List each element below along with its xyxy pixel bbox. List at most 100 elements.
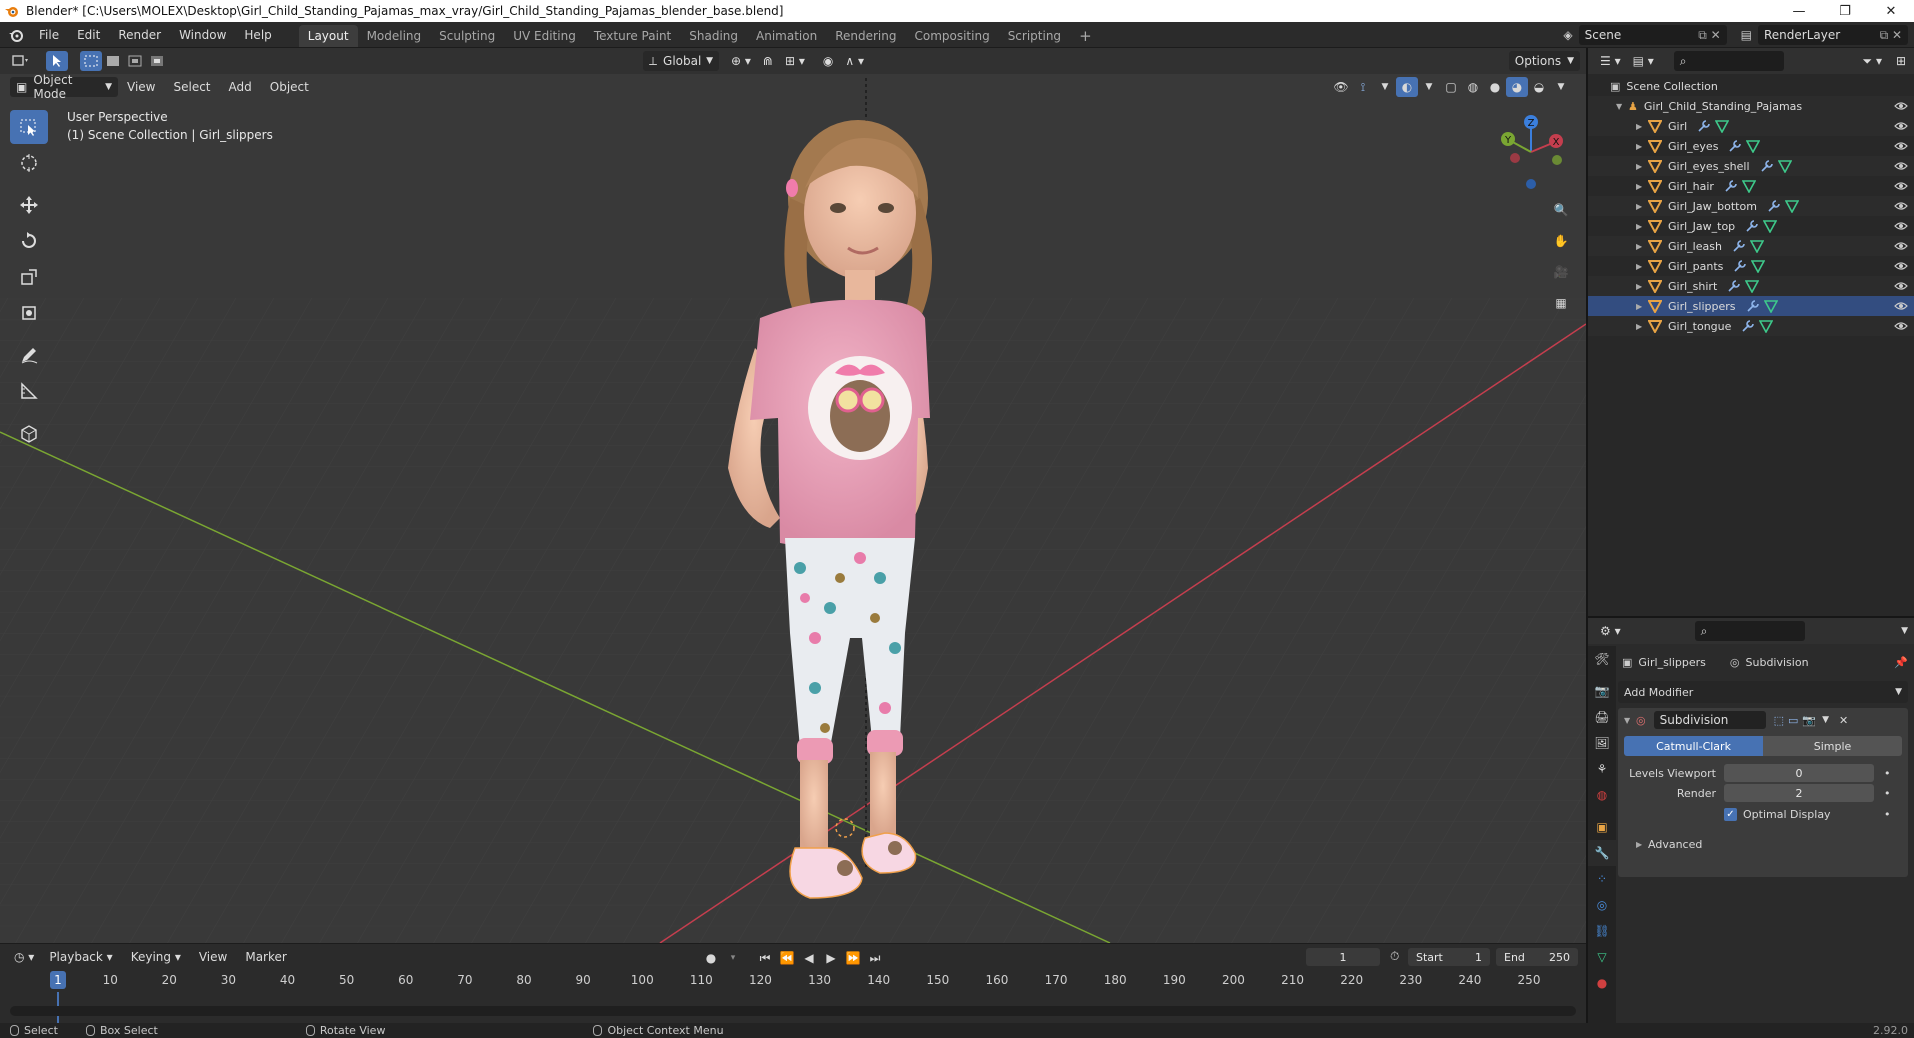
jump-end-icon[interactable]: ⏭ (864, 948, 886, 968)
data-tab-icon[interactable]: ▽ (1588, 944, 1616, 970)
add-cube-tool[interactable] (10, 416, 48, 450)
catmull-clark-option[interactable]: Catmull-Clark (1624, 736, 1763, 756)
material-shading-icon[interactable]: ◕ (1506, 77, 1528, 97)
wrench-icon[interactable] (1727, 279, 1741, 293)
prev-keyframe-icon[interactable]: ⏪ (776, 948, 798, 968)
camera-view-icon[interactable]: 🎥 (1547, 258, 1575, 286)
timeline-ruler[interactable]: 1 10 20 30 40 50 60 70 80 90 100 110 120 130 140 150 16… (0, 970, 1586, 992)
filter-dropdown[interactable]: ⏷ ▾ (1857, 51, 1888, 71)
simple-option[interactable]: Simple (1763, 736, 1902, 756)
snap-target-dropdown[interactable]: ⊞ ▾ (779, 51, 811, 71)
wrench-icon[interactable] (1741, 319, 1755, 333)
render-layer-selector[interactable]: RenderLayer ⧉ ✕ (1758, 25, 1908, 45)
wrench-icon[interactable] (1732, 239, 1746, 253)
shading-dropdown-icon[interactable]: ▼ (1550, 77, 1572, 97)
outliner-row-object[interactable]: ▶ Girl (1588, 116, 1914, 136)
timeline-menu-keying[interactable]: Keying ▾ (122, 944, 190, 970)
overlays-toggle-icon[interactable]: ◐ (1396, 77, 1418, 97)
menu-help[interactable]: Help (235, 22, 280, 48)
mesh-data-icon[interactable] (1746, 139, 1761, 153)
render-tab-icon[interactable]: 📷 (1588, 678, 1616, 704)
outliner-row-object[interactable]: ▶ Girl_eyes (1588, 136, 1914, 156)
stopwatch-icon[interactable]: ⏱ (1390, 949, 1399, 964)
material-tab-icon[interactable]: ● (1588, 970, 1616, 996)
outliner-row-object[interactable]: ▶ Girl_eyes_shell (1588, 156, 1914, 176)
current-frame-field[interactable]: 1 (1306, 948, 1380, 966)
menu-edit[interactable]: Edit (68, 22, 109, 48)
tab-layout[interactable]: Layout (298, 24, 358, 47)
play-icon[interactable]: ▶ (820, 948, 842, 968)
keyframe-dot-icon[interactable]: • (1884, 808, 1891, 821)
properties-editor-type-button[interactable]: ⚙ ▾ (1594, 621, 1627, 641)
modifier-name-field[interactable]: Subdivision (1653, 711, 1766, 729)
wrench-icon[interactable] (1745, 219, 1759, 233)
levels-viewport-field[interactable]: 0 (1724, 764, 1874, 782)
perspective-grid-icon[interactable]: ▦ (1547, 289, 1575, 317)
timeline-menu-marker[interactable]: Marker (236, 944, 295, 970)
constraints-tab-icon[interactable]: ⛓ (1588, 918, 1616, 944)
eye-icon[interactable] (1894, 119, 1908, 133)
eye-icon[interactable] (1894, 199, 1908, 213)
selection-subtract-icon[interactable] (124, 51, 146, 71)
move-tool[interactable] (10, 188, 48, 222)
mesh-data-icon[interactable] (1759, 319, 1774, 333)
expand-arrow-icon[interactable]: ▶ (1636, 122, 1648, 131)
navigation-gizmo[interactable]: Z X Y (1495, 112, 1567, 192)
render-layer-icon[interactable]: ▤ (1741, 28, 1752, 42)
mesh-data-icon[interactable] (1763, 219, 1778, 233)
overlays-dropdown-icon[interactable]: ▼ (1418, 77, 1440, 97)
eye-icon[interactable] (1894, 279, 1908, 293)
viewport-menu-view[interactable]: View (118, 74, 164, 100)
zoom-icon[interactable]: 🔍 (1547, 196, 1575, 224)
eye-icon[interactable] (1894, 99, 1908, 113)
options-dropdown[interactable]: Options ▼ (1508, 51, 1580, 71)
tab-compositing[interactable]: Compositing (905, 25, 998, 47)
eye-icon[interactable] (1894, 299, 1908, 313)
eye-icon[interactable] (1894, 139, 1908, 153)
transform-tool[interactable] (10, 296, 48, 330)
expand-arrow-icon[interactable]: ▶ (1636, 302, 1648, 311)
record-dropdown-icon[interactable]: ▾ (722, 948, 744, 968)
world-tab-icon[interactable]: ◍ (1588, 782, 1616, 808)
expand-arrow-icon[interactable]: ▶ (1636, 282, 1648, 291)
expand-arrow-icon[interactable]: ▶ (1636, 262, 1648, 271)
3d-viewport[interactable]: ⟂ Global ▼ ⊕ ▾ ⋒ ⊞ ▾ ◉ ∧ ▾ Options ▼ ▣ O… (0, 48, 1586, 943)
outliner-row-object[interactable]: ▶ Girl_Jaw_top (1588, 216, 1914, 236)
eye-icon[interactable] (1894, 159, 1908, 173)
scene-tab-icon[interactable]: ⚘ (1588, 756, 1616, 782)
selection-new-icon[interactable] (80, 51, 102, 71)
gizmo-dropdown-icon[interactable]: ▼ (1374, 77, 1396, 97)
gizmo-toggle-icon[interactable]: ⟟ (1352, 77, 1374, 97)
particles-tab-icon[interactable]: ⁘ (1588, 866, 1616, 892)
proportional-edit-toggle[interactable]: ◉ (817, 51, 839, 71)
keyframe-dot-icon[interactable]: • (1884, 787, 1891, 800)
expand-arrow-icon[interactable]: ▶ (1636, 142, 1648, 151)
tab-texture-paint[interactable]: Texture Paint (585, 25, 680, 47)
view-layer-tab-icon[interactable]: 🖼 (1588, 730, 1616, 756)
tab-animation[interactable]: Animation (747, 25, 826, 47)
copy-scene-icon[interactable]: ⧉ ✕ (1698, 28, 1720, 43)
scale-tool[interactable] (10, 260, 48, 294)
mesh-data-icon[interactable] (1784, 199, 1799, 213)
next-keyframe-icon[interactable]: ⏩ (842, 948, 864, 968)
tab-shading[interactable]: Shading (680, 25, 747, 47)
outliner-row-object[interactable]: ▶ Girl_tongue (1588, 316, 1914, 336)
play-reverse-icon[interactable]: ◀ (798, 948, 820, 968)
properties-options-icon[interactable]: ▼ (1901, 626, 1908, 636)
tool-tab-icon[interactable]: 🛠 (1588, 646, 1616, 672)
expand-arrow-icon[interactable]: ▶ (1636, 242, 1648, 251)
wrench-icon[interactable] (1724, 179, 1738, 193)
select-box-tool[interactable] (10, 110, 48, 144)
expand-arrow-icon[interactable]: ▶ (1636, 162, 1648, 171)
modifier-tab-icon[interactable]: 🔧 (1588, 840, 1616, 866)
tab-scripting[interactable]: Scripting (999, 25, 1070, 47)
expand-arrow-icon[interactable]: ▶ (1636, 182, 1648, 191)
selection-invert-icon[interactable] (146, 51, 168, 71)
outliner-row-object[interactable]: ▶ Girl_shirt (1588, 276, 1914, 296)
timeline-menu-view[interactable]: View (190, 944, 236, 970)
mesh-data-icon[interactable] (1715, 119, 1730, 133)
mesh-data-icon[interactable] (1777, 159, 1792, 173)
timeline-menu-playback[interactable]: Playback ▾ (40, 944, 121, 970)
mesh-data-icon[interactable] (1745, 279, 1760, 293)
record-icon[interactable]: ● (700, 948, 722, 968)
